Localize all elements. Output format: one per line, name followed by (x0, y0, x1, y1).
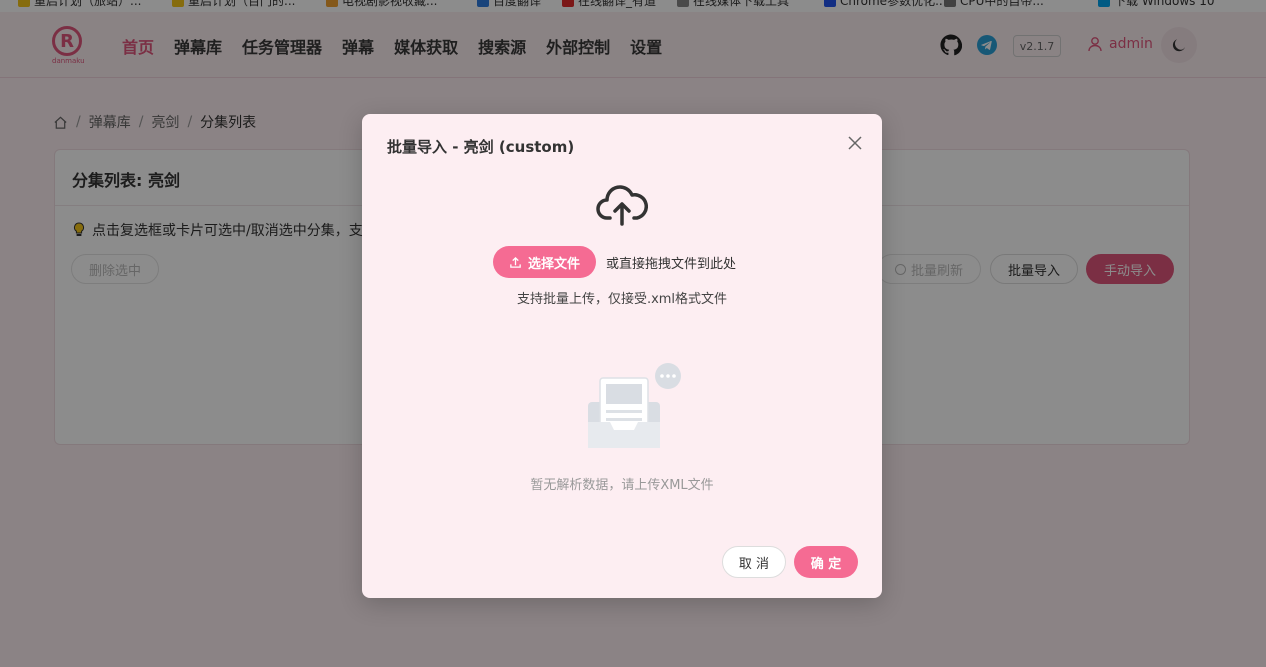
empty-inbox-icon (588, 363, 681, 448)
upload-hint: 支持批量上传，仅接受.xml格式文件 (516, 292, 728, 307)
upload-row: 选择文件 或直接拖拽文件到此处 (493, 246, 736, 278)
empty-state-text: 暂无解析数据，请上传XML文件 (530, 478, 714, 493)
dialog-title: 批量导入 - 亮剑 (custom) (387, 138, 575, 156)
drag-drop-text: 或直接拖拽文件到此处 (606, 256, 737, 272)
cloud-upload-icon (596, 185, 648, 226)
select-file-button[interactable]: 选择文件 (493, 246, 597, 278)
batch-import-dialog: 批量导入 - 亮剑 (custom) 选择文件 或直接拖拽文件到此处 支持批量上… (362, 114, 882, 598)
confirm-button[interactable]: 确 定 (794, 546, 858, 578)
upload-icon (510, 256, 521, 268)
close-icon[interactable] (845, 133, 865, 153)
cancel-button[interactable]: 取 消 (722, 546, 786, 578)
